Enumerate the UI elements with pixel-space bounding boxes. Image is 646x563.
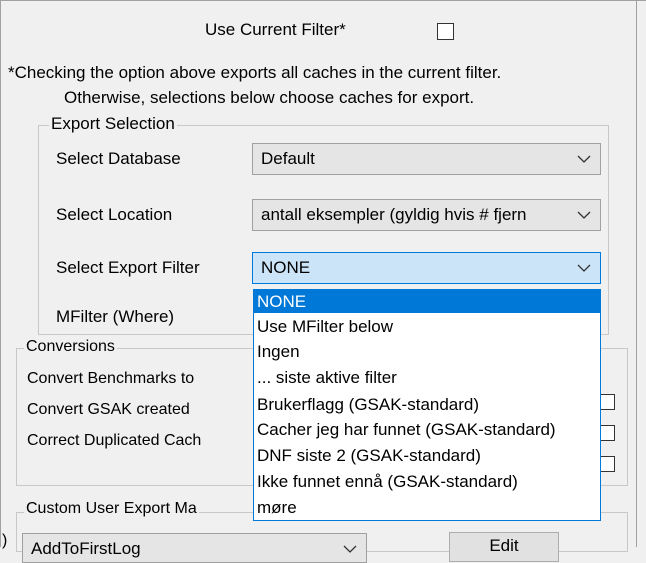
- edit-button[interactable]: Edit: [449, 532, 559, 562]
- macro-select-value: AddToFirstLog: [31, 539, 141, 558]
- select-location-label: Select Location: [56, 205, 173, 224]
- dropdown-option[interactable]: Brukerflagg (GSAK-standard): [254, 393, 600, 416]
- dropdown-option[interactable]: Ikke funnet ennå (GSAK-standard): [254, 470, 600, 493]
- database-select-value: Default: [261, 149, 315, 168]
- dropdown-option[interactable]: DNF siste 2 (GSAK-standard): [254, 444, 600, 467]
- chevron-down-icon: [577, 155, 591, 163]
- mfilter-label: MFilter (Where): [56, 307, 175, 326]
- chevron-down-icon: [577, 211, 591, 219]
- panel-left-border: [0, 0, 1, 547]
- export-filter-select[interactable]: NONE: [252, 252, 601, 284]
- panel-top-border: [0, 0, 646, 1]
- location-select-value: antall eksempler (gyldig hvis # fjern: [261, 205, 527, 224]
- note-line-2: Otherwise, selections below choose cache…: [64, 88, 475, 107]
- database-select[interactable]: Default: [252, 143, 601, 175]
- chevron-down-icon: [343, 545, 357, 553]
- location-select[interactable]: antall eksempler (gyldig hvis # fjern: [252, 199, 601, 231]
- conversion-checkbox-3[interactable]: [601, 456, 615, 472]
- custom-macro-legend: Custom User Export Ma: [24, 500, 199, 518]
- dropdown-option[interactable]: NONE: [254, 290, 600, 313]
- chevron-down-icon: [577, 264, 591, 272]
- dropdown-option[interactable]: Use MFilter below: [254, 315, 600, 338]
- dropdown-option[interactable]: Ingen: [254, 340, 600, 363]
- conversion-item-duplicated: Correct Duplicated Cach: [27, 432, 202, 449]
- conversion-checkbox-1[interactable]: [601, 394, 615, 410]
- select-export-filter-label: Select Export Filter: [56, 258, 200, 277]
- dropdown-option[interactable]: ... siste aktive filter: [254, 366, 600, 389]
- conversion-item-benchmarks: Convert Benchmarks to: [27, 370, 195, 387]
- use-current-filter-label: Use Current Filter*: [205, 20, 346, 39]
- export-filter-select-value: NONE: [261, 258, 311, 277]
- dropdown-option[interactable]: Cacher jeg har funnet (GSAK-standard): [254, 418, 600, 441]
- conversions-legend: Conversions: [24, 338, 117, 356]
- macro-select[interactable]: AddToFirstLog: [22, 533, 367, 563]
- select-database-label: Select Database: [56, 149, 181, 168]
- dropdown-option[interactable]: møre: [254, 496, 600, 519]
- conversion-item-gsak-created: Convert GSAK created: [27, 401, 190, 418]
- export-selection-legend: Export Selection: [49, 114, 177, 134]
- note-line-1: *Checking the option above exports all c…: [8, 63, 502, 82]
- export-filter-dropdown: NONE Use MFilter below Ingen ... siste a…: [253, 289, 601, 521]
- panel-right-border: [636, 0, 637, 547]
- left-fragment: ): [2, 532, 8, 549]
- conversion-checkbox-2[interactable]: [601, 425, 615, 441]
- use-current-filter-checkbox[interactable]: [437, 23, 454, 40]
